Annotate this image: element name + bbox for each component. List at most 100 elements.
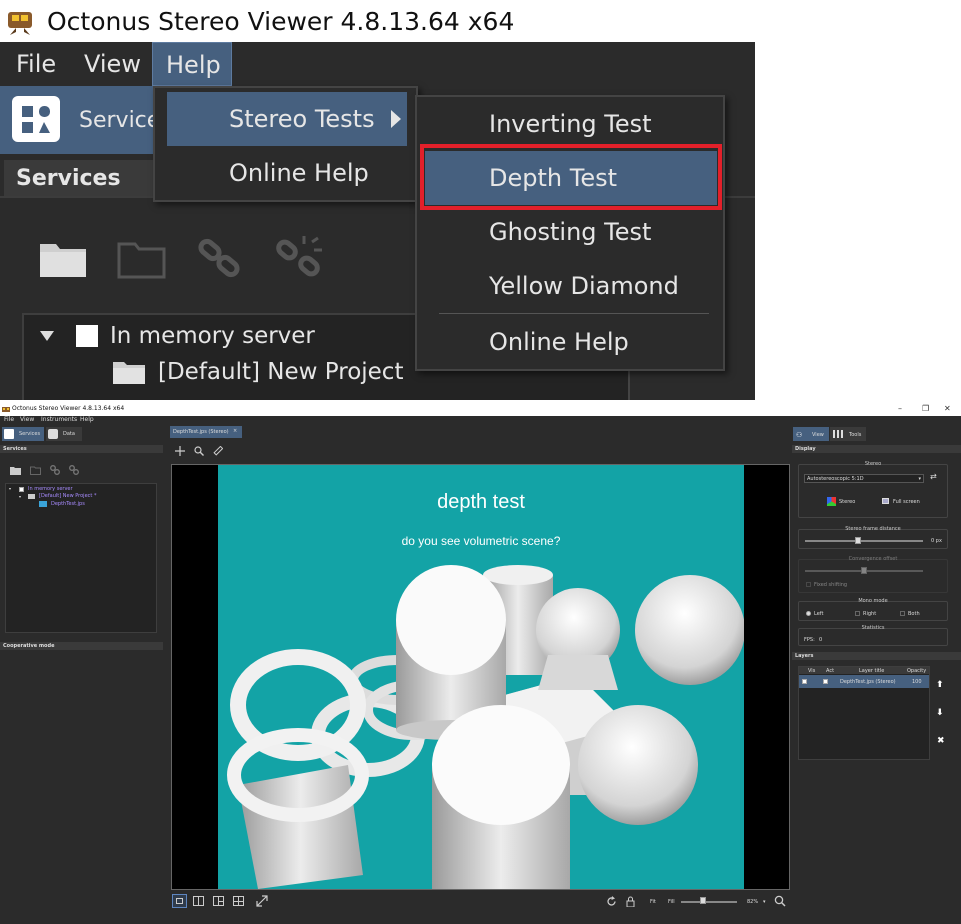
app-logo-icon-small [2,407,10,412]
left-panel: Services Data Services ▾ In memory serve… [0,425,163,924]
tab-services[interactable]: Services [2,427,44,441]
zoom-tool-icon[interactable] [194,446,204,456]
data-icon [48,429,58,439]
fit-button[interactable]: Fit [650,899,656,905]
zoom-dropdown-icon[interactable]: ▾ [763,899,766,905]
fullscreen-icon [882,498,889,504]
mono-both-radio[interactable] [900,611,905,616]
layout-split-button[interactable] [193,896,204,906]
statistics-group: Statistics FPS: 0 [798,625,948,646]
zoom-slider-knob[interactable] [700,897,707,904]
app-window: Octonus Stereo Viewer 4.8.13.64 x64 – ❐ … [0,404,961,924]
app-menu-file[interactable]: File [4,416,14,423]
tab-tools[interactable]: Tools [830,427,866,441]
front-left-cylinder [238,765,363,889]
cooperative-section-header: Cooperative mode [0,642,163,650]
zoom-services-header: Services [4,160,164,196]
image-viewport[interactable]: depth test do you see volumetric scene? [171,464,790,890]
app-menu-help[interactable]: Help [80,416,94,423]
frame-distance-knob[interactable] [855,537,862,544]
convergence-group: Convergence offset Fixed shifting [798,556,948,593]
depth-test-image [218,465,744,889]
empty-folder-icon-small[interactable] [30,466,41,475]
expand-icon[interactable] [256,895,268,907]
minimize-button[interactable]: – [898,404,902,413]
stereo-mode-select[interactable]: Autostereoscopic 5:1D ▾ [804,474,924,483]
expand-arrow-icon[interactable] [40,331,54,341]
link-icon[interactable] [196,234,244,282]
tree-file[interactable]: DepthTest.jps [51,501,85,507]
document-tab[interactable]: DepthTest.jps (Stereo) × [170,426,242,438]
zoomed-menu-view: Octonus Stereo Viewer 4.8.13.64 x64 File… [0,0,755,400]
app-logo-icon [8,12,32,35]
zoom-services-tab[interactable]: Service [0,86,160,154]
zoom-search-icon[interactable] [774,895,786,907]
layer-visible-checkbox[interactable] [802,679,807,684]
zoom-services-tab-label: Service [79,108,161,133]
menu-item-yellow-diamond[interactable]: Yellow Diamond [425,259,717,313]
layout-grid-button[interactable] [233,896,244,906]
display-section-header: Display [792,445,961,453]
tree-project[interactable]: [Default] New Project * [39,493,96,499]
zoom-menu-view[interactable]: View [84,42,141,86]
grid-icon [833,430,843,438]
mono-right-radio[interactable] [855,611,860,616]
zoom-tree-project[interactable]: [Default] New Project [158,359,403,385]
lock-icon[interactable] [626,896,635,907]
layer-active-checkbox[interactable] [823,679,828,684]
services-tree: ▾ In memory server ▾ [Default] New Proje… [5,483,157,633]
server-checkbox[interactable] [76,325,98,347]
stereo-tests-menu: Inverting Test Depth Test Ghosting Test … [415,95,725,371]
close-tab-icon[interactable]: × [233,428,237,434]
zoom-menubar: File View Help [0,42,755,86]
layer-row[interactable]: DepthTest.jps (Stereo) 100 [799,675,929,688]
swap-icon[interactable]: ⇄ [930,472,937,481]
unlink-icon[interactable] [274,232,324,282]
mono-left-radio[interactable] [806,611,811,616]
layer-up-button[interactable]: ⬆ [936,680,944,690]
frame-distance-track[interactable] [805,540,923,542]
help-menu: Stereo Tests Online Help [153,86,418,202]
layer-down-button[interactable]: ⬇ [936,708,944,718]
app-menu-instruments[interactable]: Instruments [41,416,77,423]
layout-three-button[interactable] [213,896,224,906]
layers-table: Vis Act Layer title Opacity DepthTest.jp… [798,666,930,760]
fixed-shifting-checkbox[interactable] [806,582,811,587]
zoom-level[interactable]: 82% [747,899,758,905]
maximize-button[interactable]: ❐ [922,404,929,413]
convergence-knob[interactable] [861,567,867,574]
open-folder-icon[interactable] [38,236,90,280]
layer-delete-button[interactable]: ✖ [937,736,945,746]
app-window-title: Octonus Stereo Viewer 4.8.13.64 x64 [12,405,125,412]
menu-item-stereo-tests[interactable]: Stereo Tests [167,92,407,146]
empty-folder-icon[interactable] [116,236,168,280]
app-menu-view[interactable]: View [20,416,34,423]
menu-item-online-help-2[interactable]: Online Help [425,315,717,369]
menu-item-online-help[interactable]: Online Help [167,146,407,200]
zoom-menu-file[interactable]: File [16,42,56,86]
zoom-slider-track[interactable] [681,901,737,903]
unlink-icon-small[interactable] [69,465,79,475]
tab-view[interactable]: ⚇ View [793,427,829,441]
expand-arrow-icon-small[interactable]: ▾ [9,486,11,491]
tree-server[interactable]: In memory server [28,486,73,492]
fill-button[interactable]: Fill [668,899,675,905]
open-folder-icon-small[interactable] [10,466,21,475]
server-checkbox-small[interactable] [19,487,24,492]
link-icon-small[interactable] [50,465,60,475]
layers-section-header: Layers [792,652,961,660]
tab-data[interactable]: Data [46,427,82,441]
close-button[interactable]: ✕ [944,404,951,413]
ruler-tool-icon[interactable] [213,446,223,456]
rotate-icon[interactable] [606,896,617,907]
menu-item-inverting-test[interactable]: Inverting Test [425,97,717,151]
fullscreen-button[interactable]: Full screen [893,499,920,505]
zoom-tree-server[interactable]: In memory server [110,323,315,349]
image-heading: depth test [437,491,525,513]
zoom-window-title: Octonus Stereo Viewer 4.8.13.64 x64 [47,7,515,36]
move-tool-icon[interactable] [175,446,185,456]
stereo-button[interactable]: Stereo [839,499,855,505]
layout-single-button[interactable] [172,894,187,908]
zoom-menu-help[interactable]: Help [152,42,232,86]
menu-item-ghosting-test[interactable]: Ghosting Test [425,205,717,259]
